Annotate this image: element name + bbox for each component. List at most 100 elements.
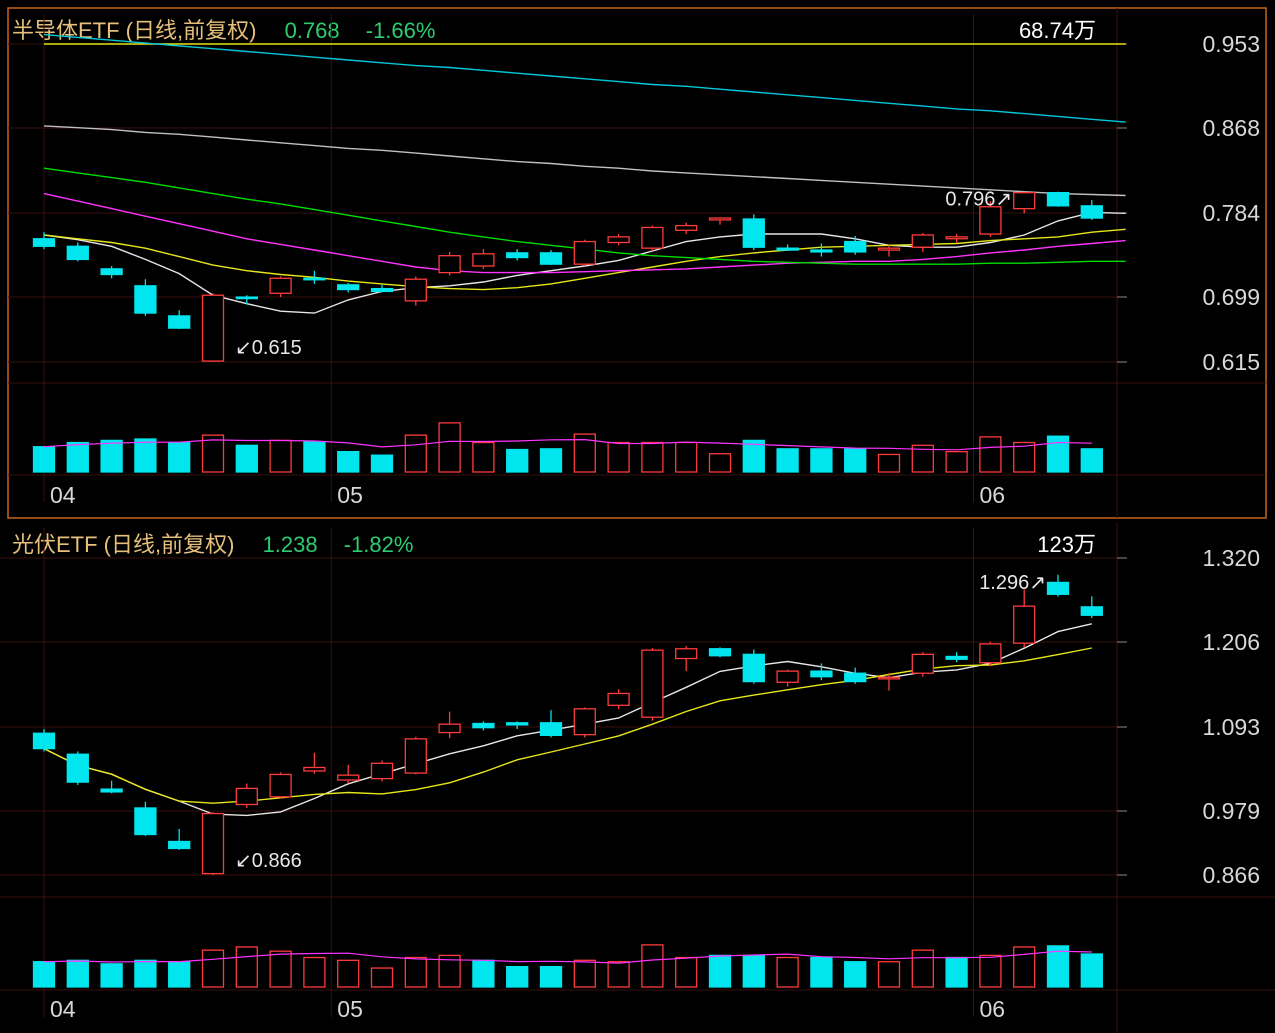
volume-bar-up bbox=[370, 967, 394, 988]
volume-bar-up bbox=[573, 959, 596, 988]
candle-up bbox=[1013, 192, 1036, 210]
volume-bar-up bbox=[337, 959, 360, 988]
volume-bar-down bbox=[66, 441, 89, 473]
date-tick-label: 04 bbox=[50, 996, 76, 1022]
dual-etf-chart: 半导体ETF (日线,前复权) 0.768 -1.66% 68.74万 光伏ET… bbox=[0, 7, 1275, 1033]
candle-down bbox=[708, 648, 732, 657]
candle-up bbox=[269, 773, 292, 798]
volume-bar-down bbox=[810, 956, 833, 988]
volume-bar-up bbox=[675, 441, 698, 473]
candle-up bbox=[641, 226, 664, 249]
volume-bar-down bbox=[32, 961, 56, 988]
candle-up bbox=[438, 723, 461, 734]
volume-bar-up bbox=[607, 441, 630, 473]
volume-bar-up bbox=[269, 950, 292, 988]
candle-up bbox=[675, 648, 698, 660]
candle-up bbox=[911, 234, 934, 248]
bottom-chart-change: -1.82% bbox=[344, 532, 414, 557]
candle-up bbox=[201, 294, 225, 362]
candle-down bbox=[370, 287, 394, 293]
svg-text:光伏ETF (日线,前复权) 1.238 -: 光伏ETF (日线,前复权) 1.238 -1.82% bbox=[12, 532, 413, 557]
bottom-chart-layer: 1.320 1.206 1.093 0.979 0.866 04 05 06 ↙0.866 1.2… bbox=[0, 528, 1260, 1022]
volume-bar-down bbox=[168, 441, 191, 473]
volume-bar-up bbox=[201, 949, 225, 988]
candle-down bbox=[66, 245, 89, 261]
volume-bar-up bbox=[877, 453, 901, 473]
volume-bar-down bbox=[539, 965, 563, 988]
volume-ma-line bbox=[43, 950, 1092, 964]
volume-bar-down bbox=[810, 448, 833, 473]
volume-bar-down bbox=[1080, 448, 1103, 473]
volume-bar-up bbox=[945, 450, 968, 473]
candle-up bbox=[269, 277, 292, 294]
volume-bar-down bbox=[100, 439, 123, 473]
date-tick-label: 05 bbox=[337, 996, 363, 1022]
volume-bar-down bbox=[539, 448, 563, 473]
price-tick-label: 0.979 bbox=[1202, 798, 1260, 824]
svg-text:半导体ETF (日线,前复权) 0.768: 半导体ETF (日线,前复权) 0.768 -1.66% bbox=[12, 18, 435, 43]
price-tick-label: 0.699 bbox=[1202, 284, 1260, 310]
candle-down bbox=[235, 296, 258, 300]
candle-down bbox=[506, 252, 529, 259]
volume-bar-down bbox=[708, 954, 732, 988]
candle-down bbox=[506, 722, 529, 726]
volume-bar-up bbox=[303, 956, 326, 988]
volume-bar-down bbox=[776, 448, 799, 473]
bottom-volume-label: 123万 bbox=[1037, 532, 1096, 557]
volume-bar-down bbox=[168, 961, 191, 988]
date-tick-label: 06 bbox=[980, 996, 1006, 1022]
candle-down bbox=[539, 252, 563, 265]
candle-up bbox=[303, 766, 326, 772]
candle-down bbox=[32, 732, 56, 750]
high-price-annotation: 0.796↗ bbox=[945, 189, 1012, 211]
candle-down bbox=[100, 268, 123, 276]
volume-bar-down bbox=[337, 450, 360, 473]
volume-bar-up bbox=[911, 949, 934, 988]
top-volume-label: 68.74万 bbox=[1019, 18, 1096, 43]
ma120-line bbox=[43, 33, 1126, 123]
volume-bar-down bbox=[32, 446, 56, 473]
volume-bar-down bbox=[844, 961, 867, 988]
candle-up bbox=[877, 247, 901, 251]
top-chart-layer: 0.953 0.868 0.784 0.699 0.615 04 05 06 ↙0.615 0.7… bbox=[8, 14, 1260, 508]
candle-up bbox=[708, 217, 732, 221]
volume-bar-down bbox=[100, 963, 123, 988]
volume-bar-up bbox=[675, 956, 698, 988]
candle-up bbox=[945, 236, 968, 240]
low-price-annotation: ↙0.866 bbox=[235, 850, 302, 872]
volume-bar-up bbox=[1013, 946, 1036, 988]
candle-up bbox=[404, 738, 427, 774]
candle-down bbox=[1046, 192, 1070, 207]
candle-down bbox=[168, 840, 191, 850]
volume-bar-up bbox=[472, 441, 495, 473]
volume-bar-up bbox=[979, 954, 1002, 988]
volume-bar-down bbox=[134, 438, 157, 473]
candle-up bbox=[675, 224, 698, 231]
candle-down bbox=[32, 238, 56, 247]
candle-up bbox=[472, 253, 495, 267]
price-tick-label: 0.866 bbox=[1202, 862, 1260, 888]
volume-bar-up bbox=[776, 956, 799, 988]
candle-down bbox=[100, 788, 123, 793]
price-tick-label: 1.206 bbox=[1202, 629, 1260, 655]
volume-bar-down bbox=[844, 448, 867, 473]
candle-down bbox=[810, 670, 833, 678]
volume-bar-down bbox=[134, 959, 157, 988]
bottom-chart-price: 1.238 bbox=[263, 532, 318, 557]
candle-down bbox=[337, 284, 360, 291]
candle-up bbox=[979, 643, 1002, 664]
candle-down bbox=[1046, 581, 1070, 595]
volume-bar-down bbox=[66, 959, 89, 988]
volume-bar-up bbox=[607, 961, 630, 988]
candle-up bbox=[877, 676, 901, 680]
candle-down bbox=[472, 722, 495, 729]
candle-down bbox=[539, 722, 563, 737]
price-tick-label: 0.868 bbox=[1202, 115, 1260, 141]
candle-up bbox=[337, 774, 360, 781]
volume-bar-down bbox=[370, 454, 394, 473]
candle-down bbox=[742, 653, 765, 683]
high-price-annotation: 1.296↗ bbox=[979, 572, 1046, 594]
candle-down bbox=[844, 672, 867, 683]
volume-bar-down bbox=[303, 441, 326, 473]
ma5-line bbox=[43, 623, 1092, 817]
